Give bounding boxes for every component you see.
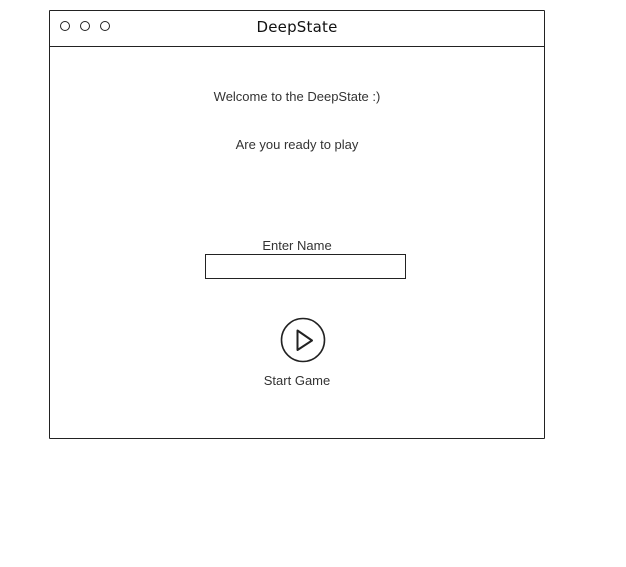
welcome-text: Welcome to the DeepState :) xyxy=(213,89,381,104)
start-game-button[interactable] xyxy=(280,317,326,363)
start-game-label: Start Game xyxy=(263,373,331,388)
app-window: DeepState Welcome to the DeepState :) Ar… xyxy=(49,10,545,439)
play-icon xyxy=(280,317,326,363)
title-bar: DeepState xyxy=(50,11,544,47)
name-field-label: Enter Name xyxy=(262,238,332,253)
name-input[interactable] xyxy=(205,254,406,279)
ready-prompt-text: Are you ready to play xyxy=(235,137,359,152)
window-title: DeepState xyxy=(256,18,338,36)
